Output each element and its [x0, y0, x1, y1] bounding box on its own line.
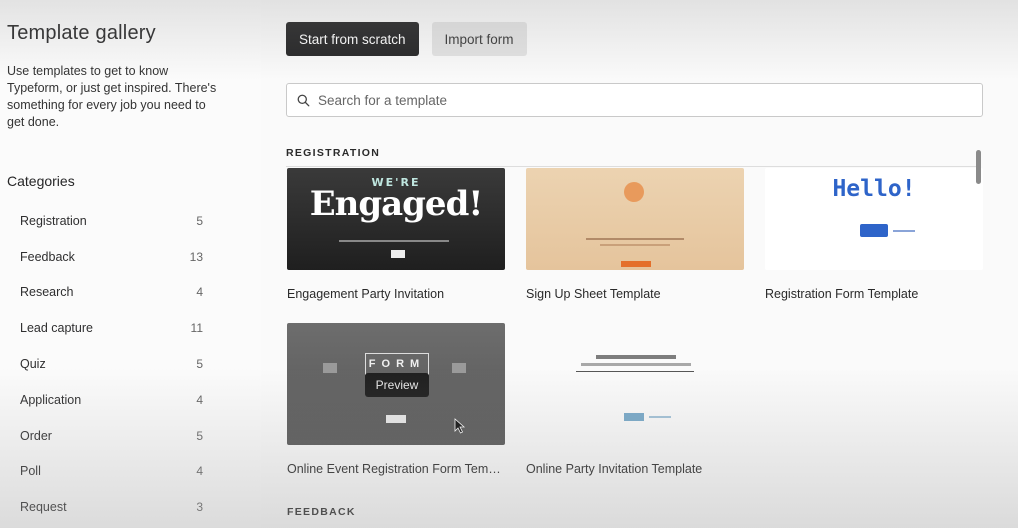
thumb-line	[596, 355, 676, 359]
category-label: Registration	[20, 213, 87, 228]
category-label: Lead capture	[20, 321, 93, 336]
top-actions: Start from scratch Import form	[286, 22, 983, 56]
thumb-line	[586, 238, 684, 240]
thumb-image	[323, 363, 337, 373]
section-divider	[286, 166, 976, 167]
mouse-cursor-icon	[454, 418, 466, 434]
thumb-line	[893, 230, 915, 232]
categories-heading: Categories	[7, 173, 75, 189]
thumb-button	[391, 250, 405, 258]
category-count: 11	[190, 321, 203, 336]
template-title: Engagement Party Invitation	[287, 287, 445, 301]
thumb-image	[452, 363, 466, 373]
search-input[interactable]	[318, 92, 972, 108]
thumb-button	[386, 415, 406, 423]
category-item-poll[interactable]: Poll 4	[7, 454, 254, 490]
template-card-online-party[interactable]: Online Party Invitation Template	[526, 323, 744, 476]
thumb-line	[600, 244, 670, 246]
category-label: Quiz	[20, 357, 46, 372]
template-title: Online Party Invitation Template	[526, 462, 703, 476]
preview-button[interactable]: Preview	[365, 373, 429, 397]
template-card-sign-up[interactable]: Sign Up Sheet Template	[526, 168, 744, 301]
category-count: 3	[196, 500, 203, 515]
template-gallery-app: Template gallery Use templates to get to…	[0, 0, 1018, 528]
page-description: Use templates to get to know Typeform, o…	[7, 64, 217, 129]
category-item-order[interactable]: Order 5	[7, 418, 254, 454]
thumb-headline: Hello!	[832, 176, 916, 202]
scrollbar-thumb[interactable]	[976, 150, 981, 184]
category-label: Research	[20, 285, 74, 300]
category-count: 4	[196, 464, 203, 479]
category-item-application[interactable]: Application 4	[7, 382, 254, 418]
category-label: Order	[20, 428, 52, 443]
category-count: 4	[196, 392, 203, 407]
sidebar: Template gallery Use templates to get to…	[0, 0, 261, 528]
category-label: Poll	[20, 464, 41, 479]
search-icon	[297, 94, 310, 106]
page-title: Template gallery	[7, 22, 156, 44]
template-title: Online Event Registration Form Templ...	[287, 462, 505, 476]
template-thumbnail[interactable]	[526, 168, 744, 270]
thumb-button	[624, 413, 644, 421]
category-label: Request	[20, 500, 67, 515]
category-item-registration[interactable]: Registration 5	[7, 203, 254, 239]
template-thumbnail[interactable]: FORM Preview	[287, 323, 505, 445]
start-from-scratch-button[interactable]: Start from scratch	[286, 22, 419, 56]
thumb-line	[339, 240, 449, 242]
category-count: 13	[189, 249, 203, 264]
category-label: Feedback	[20, 249, 75, 264]
template-card-engagement[interactable]: WE'RE Engaged! Engagement Party Invitati…	[287, 168, 505, 301]
thumb-line	[581, 363, 691, 366]
category-label: Application	[20, 392, 82, 407]
thumb-image	[624, 182, 644, 202]
import-form-button[interactable]: Import form	[431, 22, 527, 56]
thumb-headline: FORM	[365, 353, 429, 375]
thumb-line	[576, 371, 694, 372]
category-item-request[interactable]: Request 3	[7, 489, 254, 525]
category-list: Registration 5 Feedback 13 Research 4 Lead …	[7, 203, 254, 525]
template-card-online-event[interactable]: FORM Preview Online Event Registration F…	[287, 323, 505, 476]
category-count: 5	[196, 213, 203, 228]
category-item-feedback[interactable]: Feedback 13	[7, 239, 254, 275]
template-thumbnail[interactable]: Hello!	[765, 168, 983, 270]
thumb-button	[621, 261, 651, 267]
thumb-button	[860, 224, 888, 237]
template-card-registration-form[interactable]: Hello! Registration Form Template	[765, 168, 983, 301]
category-item-lead-capture[interactable]: Lead capture 11	[7, 310, 254, 346]
category-item-research[interactable]: Research 4	[7, 275, 254, 311]
thumb-line	[649, 416, 671, 418]
template-thumbnail[interactable]	[526, 323, 744, 445]
section-label-registration: REGISTRATION	[286, 147, 381, 159]
search-bar	[286, 83, 983, 117]
template-title: Registration Form Template	[765, 287, 919, 301]
category-count: 5	[196, 428, 203, 443]
category-count: 4	[196, 285, 203, 300]
template-thumbnail[interactable]: WE'RE Engaged!	[287, 168, 505, 270]
template-title: Sign Up Sheet Template	[526, 287, 661, 301]
category-item-quiz[interactable]: Quiz 5	[7, 346, 254, 382]
category-count: 5	[196, 357, 203, 372]
thumb-headline: Engaged!	[309, 184, 484, 224]
section-label-feedback: FEEDBACK	[287, 506, 356, 518]
